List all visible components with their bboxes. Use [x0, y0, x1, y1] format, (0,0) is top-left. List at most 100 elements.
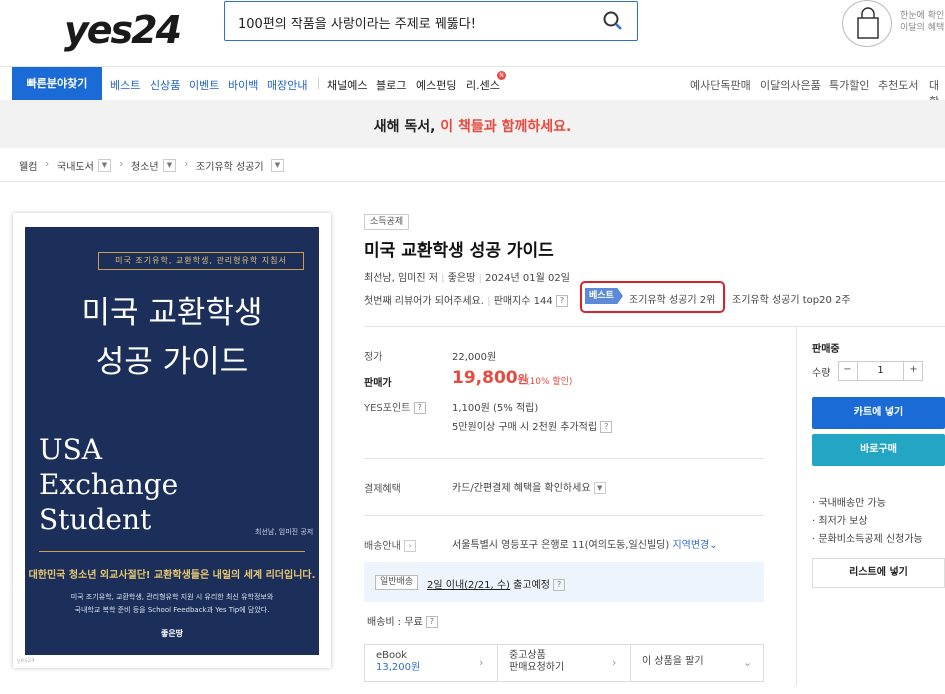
benefit-lowest-price: · 최저가 보상: [812, 516, 868, 527]
chevron-down-icon[interactable]: ⌄: [709, 540, 717, 551]
search-input[interactable]: 100편의 작품을 사랑이라는 주제로 꿰뚫다!: [224, 1, 638, 41]
breadcrumb-welcome[interactable]: 웰컴: [19, 158, 37, 173]
sales-index: 판매지수 144: [493, 296, 553, 307]
section-divider: [364, 326, 945, 327]
bestseller-tag: 베스트: [585, 288, 623, 304]
chevron-down-icon[interactable]: ⌄: [743, 656, 752, 669]
banner-text-plain: 새해 독서,: [373, 119, 441, 135]
chevron-right-icon[interactable]: ›: [404, 540, 416, 552]
option-divider: [630, 644, 631, 682]
buy-now-button[interactable]: 바로구매: [812, 434, 945, 466]
help-icon[interactable]: ?: [413, 402, 426, 414]
benefit-link[interactable]: 한눈에 확인 이달의 혜택: [900, 10, 944, 34]
shipping-date-suffix: 출고예정: [509, 580, 550, 591]
points-extra-text: 5만원이상 구매 시 2천원 추가적립: [452, 422, 598, 433]
bestseller-rank-link[interactable]: 조기유학 성공기 2위: [629, 291, 715, 306]
sale-price: 19,800원: [452, 368, 528, 388]
benefit-culture-deduction: · 문화비소득공제 신청가능: [812, 534, 923, 545]
promo-banner-text[interactable]: 새해 독서, 이 책들과 함께하세요.: [0, 116, 945, 136]
chevron-down-icon[interactable]: ▼: [98, 159, 111, 172]
help-icon[interactable]: ?: [555, 295, 568, 307]
add-to-cart-button[interactable]: 카트에 넣기: [812, 397, 945, 429]
author-link[interactable]: 최선남, 임미진 저: [364, 273, 438, 284]
shopping-bag-icon[interactable]: [842, 0, 892, 47]
sale-status: 판매중: [812, 344, 840, 355]
option-divider: [497, 644, 498, 682]
quantity-input[interactable]: 1: [858, 361, 903, 381]
breadcrumb-chevron-icon: ›: [184, 157, 189, 170]
nav-gifts[interactable]: 이달의사은품: [760, 77, 821, 93]
nav-exclusive[interactable]: 예사단독판매: [690, 77, 751, 93]
quick-category-button[interactable]: 빠른분야찾기: [12, 67, 102, 100]
cover-divider: [39, 551, 305, 552]
used-request-label: 판매요청하기: [509, 662, 565, 673]
breadcrumb-domestic[interactable]: 국내도서: [57, 158, 94, 173]
chevron-down-icon[interactable]: ▼: [271, 159, 284, 172]
publisher-link[interactable]: 좋은땅: [448, 273, 476, 284]
nav-event[interactable]: 이벤트: [189, 77, 219, 93]
nav-store[interactable]: 매장안내: [267, 77, 307, 93]
benefit-domestic-only: · 국내배송만 가능: [812, 498, 886, 509]
chevron-down-icon[interactable]: ▼: [593, 482, 606, 494]
ebook-label: eBook: [376, 650, 408, 661]
discount-rate: (10% 할인): [526, 377, 573, 387]
breadcrumb-study-abroad[interactable]: 조기유학 성공기: [196, 158, 264, 173]
product-meta-2: 첫번째 리뷰어가 되어주세요. | 판매지수 144 ?: [364, 292, 568, 307]
cover-authors: 최선남, 임미진 공저: [255, 528, 314, 536]
nav-blog[interactable]: 블로그: [376, 77, 406, 93]
nav-special-sale[interactable]: 특가할인: [829, 77, 869, 93]
chevron-right-icon[interactable]: ›: [479, 656, 483, 669]
chevron-down-icon[interactable]: ▼: [163, 159, 176, 172]
list-price-label: 정가: [364, 352, 383, 363]
help-icon[interactable]: ?: [600, 421, 613, 433]
cover-english-line-2: Exchange: [39, 468, 179, 501]
payment-label: 결제혜택: [364, 484, 401, 495]
cover-tagline: 미국 조기유학, 교환학생, 관리형유학 지침서: [98, 252, 304, 270]
nav-license[interactable]: 리.센스: [466, 77, 500, 93]
cover-description-line-2: 국내학교 복학 준비 등을 School Feedback과 Yes Tip에 …: [74, 606, 270, 614]
product-meta: 최선남, 임미진 저 | 좋은땅 | 2024년 01월 02일: [364, 269, 570, 284]
breadcrumb-chevron-icon: ›: [45, 157, 50, 170]
points-extra: 5만원이상 구매 시 2천원 추가적립 ?: [452, 418, 613, 433]
breadcrumb-chevron-icon: ›: [119, 157, 124, 170]
delivery-label: 배송안내 ›: [364, 537, 416, 552]
cover-slogan: 대한민국 청소년 외교사절단! 교환학생들은 내일의 세계 리더입니다.: [28, 570, 316, 581]
ebook-option[interactable]: eBook 13,200원: [376, 650, 420, 688]
breadcrumb-youth[interactable]: 청소년: [131, 158, 159, 173]
used-sell-request-option[interactable]: 중고상품 판매요청하기: [509, 650, 564, 688]
sell-this-item-dropdown[interactable]: 이 상품을 팔기: [642, 656, 704, 694]
region-change-link[interactable]: 지역변경: [672, 540, 709, 551]
top20-link[interactable]: 조기유학 성공기 top20 2주: [732, 291, 851, 306]
nav-recommended[interactable]: 추천도서: [878, 77, 918, 93]
search-icon[interactable]: [603, 11, 623, 34]
chevron-right-icon[interactable]: ›: [612, 656, 616, 669]
quantity-label: 수량: [812, 368, 831, 379]
ebook-price: 13,200원: [376, 662, 421, 673]
nav-buyback[interactable]: 바이백: [228, 77, 258, 93]
cover-description-line-1: 미국 조기유학, 교환학생, 관리형유학 지원 시 유리한 최신 유학정보와: [70, 593, 274, 601]
quantity-decrease-button[interactable]: −: [838, 361, 858, 381]
quantity-increase-button[interactable]: +: [903, 361, 923, 381]
review-prompt-link[interactable]: 첫번째 리뷰어가 되어주세요.: [364, 296, 484, 307]
cover-publisher: 좋은땅: [160, 629, 184, 638]
payment-benefit-dropdown[interactable]: 카드/간편결제 혜택을 확인하세요 ▼: [452, 479, 606, 494]
nav-new[interactable]: 신상품: [150, 77, 180, 93]
add-to-list-button[interactable]: 리스트에 넣기: [812, 558, 945, 588]
help-icon[interactable]: ?: [553, 579, 566, 591]
search-input-value[interactable]: 100편의 작품을 사랑이라는 주제로 꿰뚫다!: [238, 13, 476, 32]
used-label: 중고상품: [509, 650, 546, 661]
product-title: 미국 교환학생 성공 가이드: [364, 241, 554, 261]
nav-channel-yes[interactable]: 채널예스: [327, 77, 367, 93]
section-divider: [364, 458, 764, 459]
nav-funding[interactable]: 예스펀딩: [416, 77, 456, 93]
help-icon[interactable]: ?: [425, 616, 438, 628]
yes24-logo[interactable]: yes24: [64, 8, 182, 52]
nav-bestseller[interactable]: 베스트: [110, 77, 140, 93]
sale-price-value: 19,800: [452, 368, 518, 388]
banner-text-highlight: 이 책들과 함께하세요.: [440, 119, 572, 135]
cover-title-line-2: 성공 가이드: [95, 344, 249, 380]
panel-border: [796, 327, 797, 686]
breadcrumb-border: [0, 181, 945, 182]
shipping-date-value[interactable]: 2일 이내(2/21, 수): [427, 580, 510, 591]
delivery-address: 서울특별시 영등포구 은행로 11(여의도동,일신빌딩) 지역변경⌄: [452, 536, 718, 551]
